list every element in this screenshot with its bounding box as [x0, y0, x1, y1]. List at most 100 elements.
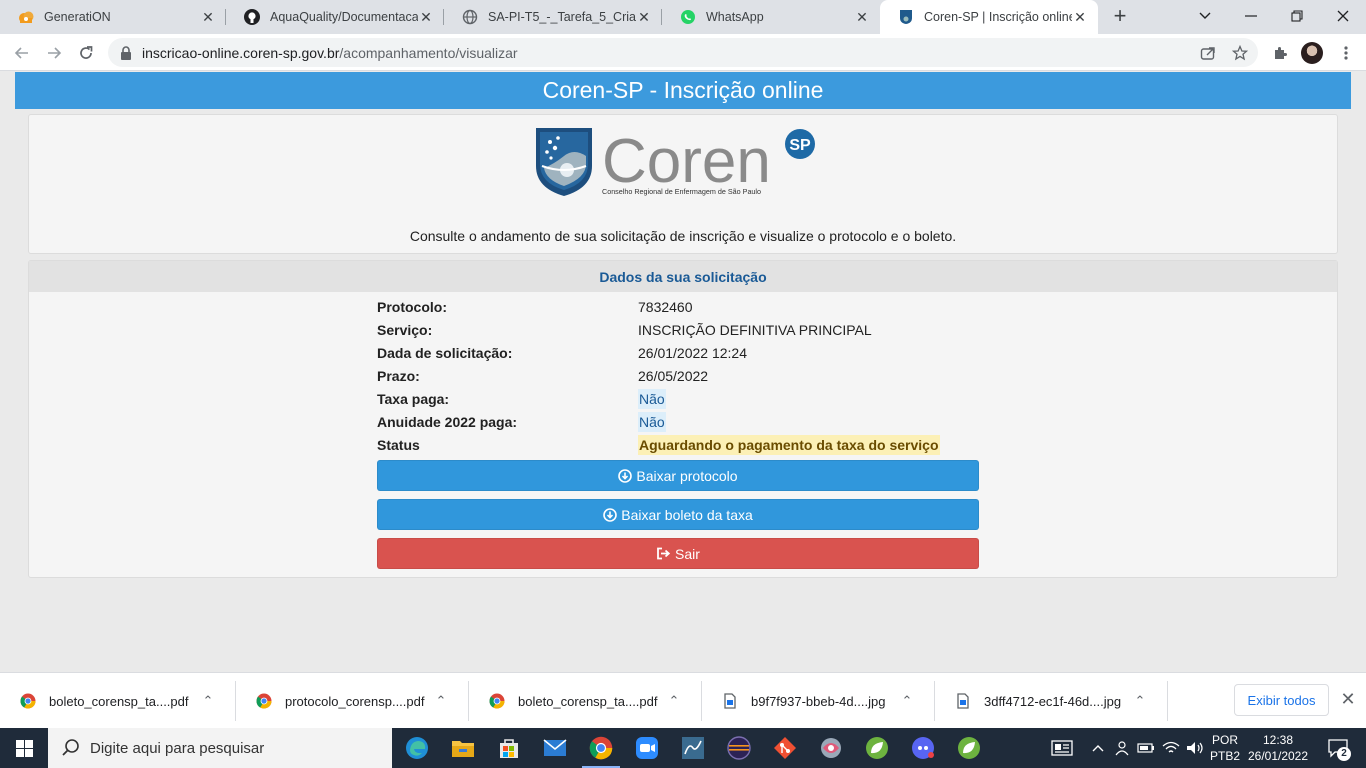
download-filename: boleto_corensp_ta....pdf: [49, 693, 189, 709]
more-menu-icon[interactable]: [1338, 45, 1354, 61]
store-icon[interactable]: [486, 728, 532, 768]
field-value: INSCRIÇÃO DEFINITIVA PRINCIPAL: [638, 322, 872, 338]
lang-bottom: PTB2: [1210, 749, 1241, 763]
git-icon[interactable]: [762, 728, 808, 768]
download-protocol-button[interactable]: Baixar protocolo: [377, 460, 979, 491]
coren-logo: Coren SP Conselho Regional de Enfermagem…: [534, 126, 824, 198]
taskbar-search-input[interactable]: Digite aqui para pesquisar: [48, 728, 392, 768]
minimize-icon: [1245, 15, 1257, 17]
tab-search-button[interactable]: [1182, 0, 1228, 32]
extensions-icon[interactable]: [1272, 45, 1288, 61]
show-all-downloads-button[interactable]: Exibir todos: [1234, 684, 1329, 716]
tab-generation[interactable]: GeneratiON ✕: [0, 0, 226, 34]
github-icon: [244, 9, 260, 25]
mysql-workbench-icon[interactable]: [670, 728, 716, 768]
start-button[interactable]: [0, 728, 48, 768]
people-icon[interactable]: [1112, 728, 1132, 768]
edge-icon[interactable]: [394, 728, 440, 768]
whatsapp-icon: [680, 9, 696, 25]
download-item[interactable]: boleto_corensp_ta....pdf ⌃: [469, 679, 702, 723]
battery-icon[interactable]: [1136, 728, 1156, 768]
close-icon[interactable]: ✕: [854, 9, 870, 25]
close-icon[interactable]: ✕: [200, 9, 216, 25]
arrow-right-icon: [48, 47, 62, 59]
volume-icon[interactable]: [1184, 728, 1206, 768]
minimize-button[interactable]: [1228, 0, 1274, 32]
tab-title: SA-PI-T5_-_Tarefa_5_Criando: [488, 10, 636, 24]
close-icon: [1337, 10, 1349, 22]
share-icon[interactable]: [1200, 45, 1216, 61]
notification-count: 2: [1337, 747, 1351, 761]
chrome-icon: [20, 693, 36, 709]
intro-text: Consulte o andamento de sua solicitação …: [409, 228, 957, 244]
field-value: 26/05/2022: [638, 368, 709, 384]
close-icon[interactable]: ✕: [636, 9, 652, 25]
logout-button[interactable]: Sair: [377, 538, 979, 569]
tab-sa-pi[interactable]: SA-PI-T5_-_Tarefa_5_Criando ✕: [444, 0, 662, 34]
back-button[interactable]: [8, 39, 36, 67]
button-label: Baixar protocolo: [636, 467, 738, 484]
tab-whatsapp[interactable]: WhatsApp ✕: [662, 0, 880, 34]
lock-icon[interactable]: [120, 45, 132, 60]
chevron-up-icon[interactable]: [1090, 728, 1106, 768]
lang-top: POR: [1211, 733, 1238, 747]
chrome-icon[interactable]: [578, 728, 624, 768]
chevron-up-icon[interactable]: ⌃: [427, 693, 455, 709]
notifications-button[interactable]: 2: [1318, 728, 1358, 768]
status-badge: Aguardando o pagamento da taxa do serviç…: [638, 435, 940, 455]
zoom-icon[interactable]: [624, 728, 670, 768]
download-filename: boleto_corensp_ta....pdf: [518, 693, 658, 709]
tab-coren[interactable]: Coren-SP | Inscrição online ✕: [880, 0, 1098, 34]
field-value: 26/01/2022 12:24: [638, 345, 747, 361]
download-item[interactable]: protocolo_corensp....pdf ⌃: [236, 679, 469, 723]
discord-icon[interactable]: [900, 728, 946, 768]
file-explorer-icon[interactable]: [440, 728, 486, 768]
spring-tool-icon[interactable]: [854, 728, 900, 768]
close-icon[interactable]: ✕: [1072, 9, 1088, 25]
download-boleto-button[interactable]: Baixar boleto da taxa: [377, 499, 979, 530]
field-label: Dada de solicitação:: [377, 345, 513, 361]
chevron-up-icon[interactable]: ⌃: [194, 693, 222, 709]
reload-button[interactable]: [72, 39, 100, 67]
chrome-icon: [489, 693, 505, 709]
mail-icon[interactable]: [532, 728, 578, 768]
language-indicator[interactable]: POR PTB2: [1210, 732, 1240, 764]
search-placeholder: Digite aqui para pesquisar: [90, 739, 265, 757]
panel-title: Dados da sua solicitação: [29, 261, 1337, 292]
close-icon[interactable]: ✕: [1338, 687, 1358, 711]
tab-title: WhatsApp: [706, 10, 764, 24]
new-tab-button[interactable]: +: [1108, 5, 1132, 29]
url-path: /acompanhamento/visualizar: [339, 44, 518, 61]
star-icon[interactable]: [1232, 45, 1248, 61]
reload-icon: [80, 46, 93, 59]
search-icon: [62, 739, 80, 757]
close-icon[interactable]: ✕: [418, 9, 434, 25]
forward-button[interactable]: [40, 39, 68, 67]
restore-button[interactable]: [1274, 0, 1320, 32]
url-host: inscricao-online.coren-sp.gov.br: [142, 44, 340, 61]
taskbar-clock[interactable]: 12:38 26/01/2022: [1246, 732, 1310, 764]
globe-icon: [462, 9, 478, 25]
button-label: Sair: [675, 545, 700, 562]
app-icon[interactable]: [808, 728, 854, 768]
chevron-down-icon: [1199, 12, 1211, 19]
download-item[interactable]: b9f7f937-bbeb-4d....jpg ⌃: [702, 679, 935, 723]
wifi-icon[interactable]: [1160, 728, 1182, 768]
cloud-orange-icon: [18, 9, 34, 25]
field-value: Não: [638, 389, 666, 409]
eclipse-icon[interactable]: [716, 728, 762, 768]
download-item[interactable]: 3dff4712-ec1f-46d....jpg ⌃: [935, 679, 1168, 723]
spring-tool-icon[interactable]: [946, 728, 992, 768]
news-widget-icon[interactable]: [1048, 728, 1076, 768]
chevron-up-icon[interactable]: ⌃: [1126, 693, 1154, 709]
download-filename: b9f7f937-bbeb-4d....jpg: [751, 693, 886, 709]
address-bar[interactable]: inscricao-online.coren-sp.gov.br/acompan…: [108, 38, 1258, 67]
field-label: Taxa paga:: [377, 391, 450, 407]
tab-aquaquality[interactable]: AquaQuality/Documentacao ✕: [226, 0, 444, 34]
close-window-button[interactable]: [1320, 0, 1366, 32]
profile-avatar[interactable]: [1301, 42, 1323, 64]
page-title: Coren-SP - Inscrição online: [15, 72, 1351, 109]
chevron-up-icon[interactable]: ⌃: [893, 693, 921, 709]
chevron-up-icon[interactable]: ⌃: [660, 693, 688, 709]
download-item[interactable]: boleto_corensp_ta....pdf ⌃: [0, 679, 236, 723]
